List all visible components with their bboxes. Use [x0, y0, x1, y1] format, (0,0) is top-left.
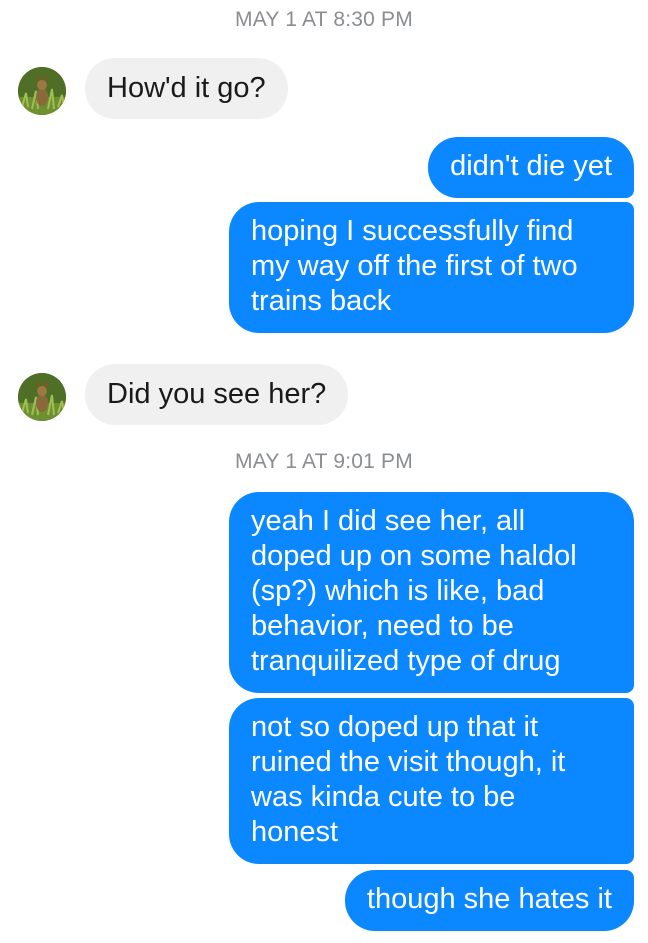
- outgoing-message[interactable]: yeah I did see her, all doped up on some…: [229, 492, 634, 693]
- outgoing-message[interactable]: though she hates it: [344, 870, 634, 931]
- contact-avatar[interactable]: [18, 373, 66, 421]
- timestamp: MAY 1 AT 9:01 PM: [235, 450, 413, 473]
- contact-avatar[interactable]: [18, 67, 66, 115]
- avatar-photo-icon: [18, 373, 66, 421]
- outgoing-message[interactable]: hoping I successfully find my way off th…: [229, 202, 634, 333]
- incoming-message[interactable]: Did you see her?: [85, 364, 349, 425]
- timestamp: MAY 1 AT 8:30 PM: [235, 8, 413, 31]
- outgoing-message[interactable]: didn't die yet: [428, 137, 634, 198]
- outgoing-message[interactable]: not so doped up that it ruined the visit…: [229, 698, 634, 864]
- incoming-message[interactable]: How'd it go?: [85, 58, 288, 119]
- avatar-photo-icon: [18, 67, 66, 115]
